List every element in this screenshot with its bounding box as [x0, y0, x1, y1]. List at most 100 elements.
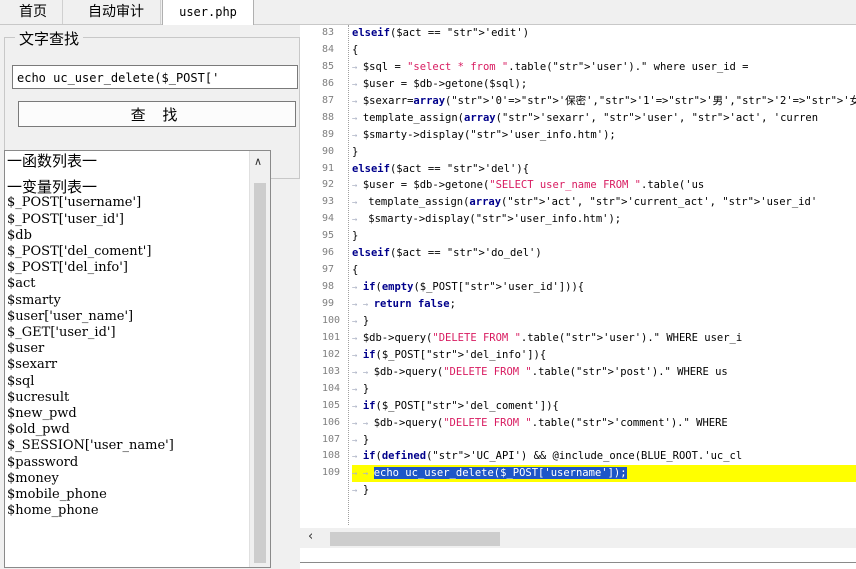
- tab-marker: →: [352, 316, 363, 327]
- code-line[interactable]: → template_assign(array("str">'act', "st…: [352, 194, 856, 211]
- scroll-up-icon[interactable]: ∧: [254, 155, 262, 168]
- code-text: $user = $db->getone($sql);: [362, 77, 528, 90]
- variable-list-item[interactable]: $sexarr: [7, 357, 247, 373]
- code-line[interactable]: elseif($act == "str">'edit'): [352, 25, 856, 42]
- code-line[interactable]: → }: [352, 313, 856, 330]
- code-text: $db->query("DELETE FROM ".table("str">'c…: [373, 416, 728, 429]
- line-number: 97: [322, 264, 335, 276]
- code-text: $smarty->display("str">'user_info.htm');: [362, 128, 616, 141]
- tab-marker: →: [352, 181, 363, 192]
- code-line[interactable]: → if($_POST["str">'del_coment']){: [352, 398, 856, 415]
- code-line[interactable]: → if(defined("str">'UC_API') && @include…: [352, 448, 856, 465]
- line-number: 85: [322, 60, 335, 72]
- code-line[interactable]: → if($_POST["str">'del_info']){: [352, 347, 856, 364]
- code-text: $sql = "select * from ".table("str">'use…: [362, 60, 749, 73]
- code-line[interactable]: → → return false;: [352, 296, 856, 313]
- variable-list-item[interactable]: $_SESSION['user_name']: [7, 438, 247, 454]
- code-text: {: [352, 264, 359, 277]
- variable-list-item[interactable]: $_POST['username']: [7, 195, 247, 211]
- code-text: elseif($act == "str">'do_del'): [352, 247, 542, 260]
- tab-auto-audit[interactable]: 自动审计: [72, 0, 161, 24]
- horizontal-scrollbar-thumb[interactable]: [330, 532, 500, 546]
- code-line[interactable]: → $user = $db->getone("SELECT user_name …: [352, 177, 856, 194]
- line-number: 92: [322, 179, 335, 191]
- variable-list-item[interactable]: $user['user_name']: [7, 309, 247, 325]
- code-text: }: [352, 230, 359, 243]
- code-line[interactable]: → → $db->query("DELETE FROM ".table("str…: [352, 364, 856, 381]
- line-number: 91: [322, 162, 335, 174]
- variable-list-item[interactable]: $sql: [7, 374, 247, 390]
- line-number: 98: [322, 281, 335, 293]
- code-line[interactable]: {: [352, 262, 856, 279]
- search-button[interactable]: 查 找: [18, 101, 296, 127]
- line-number: 84: [322, 43, 335, 55]
- code-line[interactable]: → $sql = "select * from ".table("str">'u…: [352, 59, 856, 76]
- code-line[interactable]: → if(empty($_POST["str">'user_id'])){: [352, 279, 856, 296]
- variable-list-item[interactable]: $_POST['user_id']: [7, 212, 247, 228]
- code-line[interactable]: → $db->query("DELETE FROM ".table("str">…: [352, 330, 856, 347]
- functions-header: 一函数列表一: [7, 152, 98, 170]
- code-text: {: [352, 43, 359, 56]
- variable-list-item[interactable]: $smarty: [7, 293, 247, 309]
- highlighted-code-line[interactable]: → → echo uc_user_delete($_POST['username…: [352, 465, 856, 483]
- line-number: 88: [322, 111, 335, 123]
- variable-list-item[interactable]: $ucresult: [7, 390, 247, 406]
- search-group-title: 文字查找: [15, 28, 84, 49]
- code-editor[interactable]: 83 84 85 86 87 88 89 90 91 92 93 94 95 96 97 98 99 100 101…: [300, 25, 856, 569]
- line-number: 86: [322, 77, 335, 89]
- line-number: 93: [322, 196, 335, 208]
- code-text: elseif($act == "str">'del'){: [352, 162, 530, 175]
- symbol-list[interactable]: 一函数列表一 一变量列表一 $_POST['username'] $_POST['…: [4, 150, 271, 568]
- code-area[interactable]: elseif($act == "str">'edit') {→ $sql = "s…: [352, 25, 856, 525]
- code-line[interactable]: → $sexarr=array("str">'0'=>"str">'保密',"s…: [352, 93, 856, 110]
- variable-list-item[interactable]: $password: [7, 455, 247, 471]
- code-line[interactable]: → $smarty->display("str">'user_info.htm'…: [352, 127, 856, 144]
- variables-header: 一变量列表一: [7, 178, 98, 197]
- code-line[interactable]: }: [352, 144, 856, 161]
- variable-list-item[interactable]: $home_phone: [7, 503, 247, 519]
- horizontal-scrollbar[interactable]: ‹: [300, 528, 856, 548]
- vertical-scrollbar[interactable]: ∧: [249, 151, 270, 567]
- code-line[interactable]: → }: [352, 482, 856, 499]
- code-line[interactable]: → }: [352, 381, 856, 398]
- line-number: 107: [322, 433, 341, 445]
- code-line[interactable]: → → $db->query("DELETE FROM ".table("str…: [352, 415, 856, 432]
- variable-list-item[interactable]: $_POST['del_coment']: [7, 244, 247, 260]
- line-number: 95: [322, 230, 335, 242]
- code-text: $smarty->display("str">'user_info.htm');: [368, 213, 622, 226]
- line-number: 108: [322, 450, 341, 462]
- tab-marker: →: [352, 333, 363, 344]
- code-line[interactable]: → $smarty->display("str">'user_info.htm'…: [352, 211, 856, 228]
- tab-user-php[interactable]: user.php: [162, 0, 254, 25]
- code-line[interactable]: elseif($act == "str">'del'){: [352, 161, 856, 178]
- variable-list-item[interactable]: $act: [7, 276, 247, 292]
- code-text: }: [362, 433, 370, 446]
- scrollbar-thumb[interactable]: [254, 183, 266, 563]
- variable-list-item[interactable]: $mobile_phone: [7, 487, 247, 503]
- code-line[interactable]: }: [352, 228, 856, 245]
- tab-marker: → →: [352, 469, 374, 480]
- search-input[interactable]: echo uc_user_delete($_POST[': [12, 65, 298, 89]
- variable-list-item[interactable]: $_POST['del_info']: [7, 260, 247, 276]
- tab-marker: →: [352, 62, 363, 73]
- code-line[interactable]: elseif($act == "str">'do_del'): [352, 245, 856, 262]
- code-line[interactable]: → }: [352, 432, 856, 449]
- code-line[interactable]: {: [352, 42, 856, 59]
- variable-list-item[interactable]: $old_pwd: [7, 422, 247, 438]
- line-number: 90: [322, 145, 335, 157]
- variable-list-item[interactable]: $db: [7, 228, 247, 244]
- line-number: 99: [322, 298, 335, 309]
- scroll-left-icon[interactable]: ‹: [308, 529, 313, 544]
- code-line[interactable]: → template_assign(array("str">'sexarr', …: [352, 110, 856, 127]
- line-number: 103: [322, 365, 341, 377]
- tab-marker: →: [352, 198, 369, 209]
- tab-marker: → →: [352, 300, 374, 310]
- code-line[interactable]: → $user = $db->getone($sql);: [352, 76, 856, 93]
- variable-list-item[interactable]: $money: [7, 471, 247, 487]
- variable-list-item[interactable]: $user: [7, 341, 247, 357]
- variable-list-item[interactable]: $new_pwd: [7, 406, 247, 422]
- line-number: [322, 482, 348, 499]
- variable-list-item[interactable]: $_GET['user_id']: [7, 325, 247, 341]
- tab-home[interactable]: 首页: [4, 0, 63, 24]
- code-text: }: [362, 382, 370, 395]
